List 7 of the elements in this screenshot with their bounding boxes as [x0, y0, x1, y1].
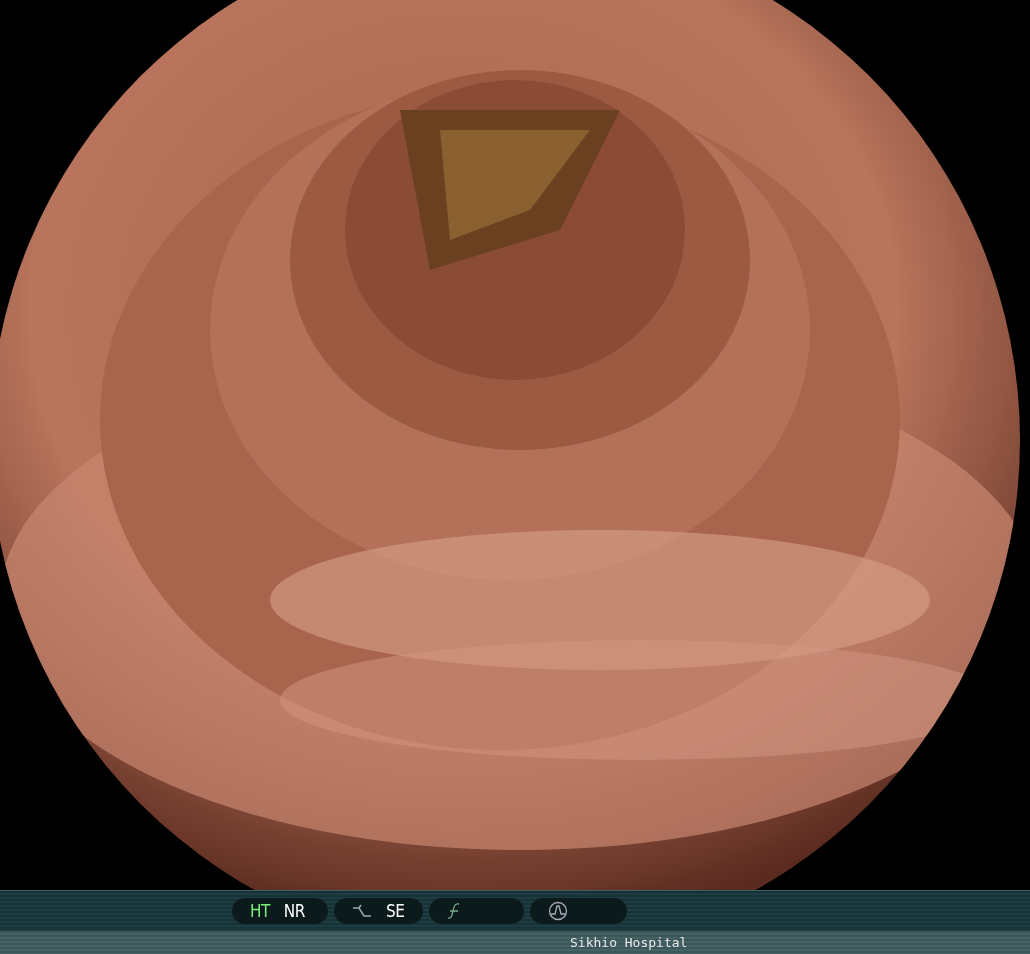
mode-label: SE	[386, 901, 405, 921]
mode-label: NR	[283, 901, 305, 921]
wave-icon	[548, 901, 568, 921]
function-icon	[447, 902, 461, 920]
mode-label: HT	[250, 901, 270, 921]
curve-icon	[352, 903, 372, 919]
hospital-name: Sikhio Hospital	[570, 935, 688, 950]
